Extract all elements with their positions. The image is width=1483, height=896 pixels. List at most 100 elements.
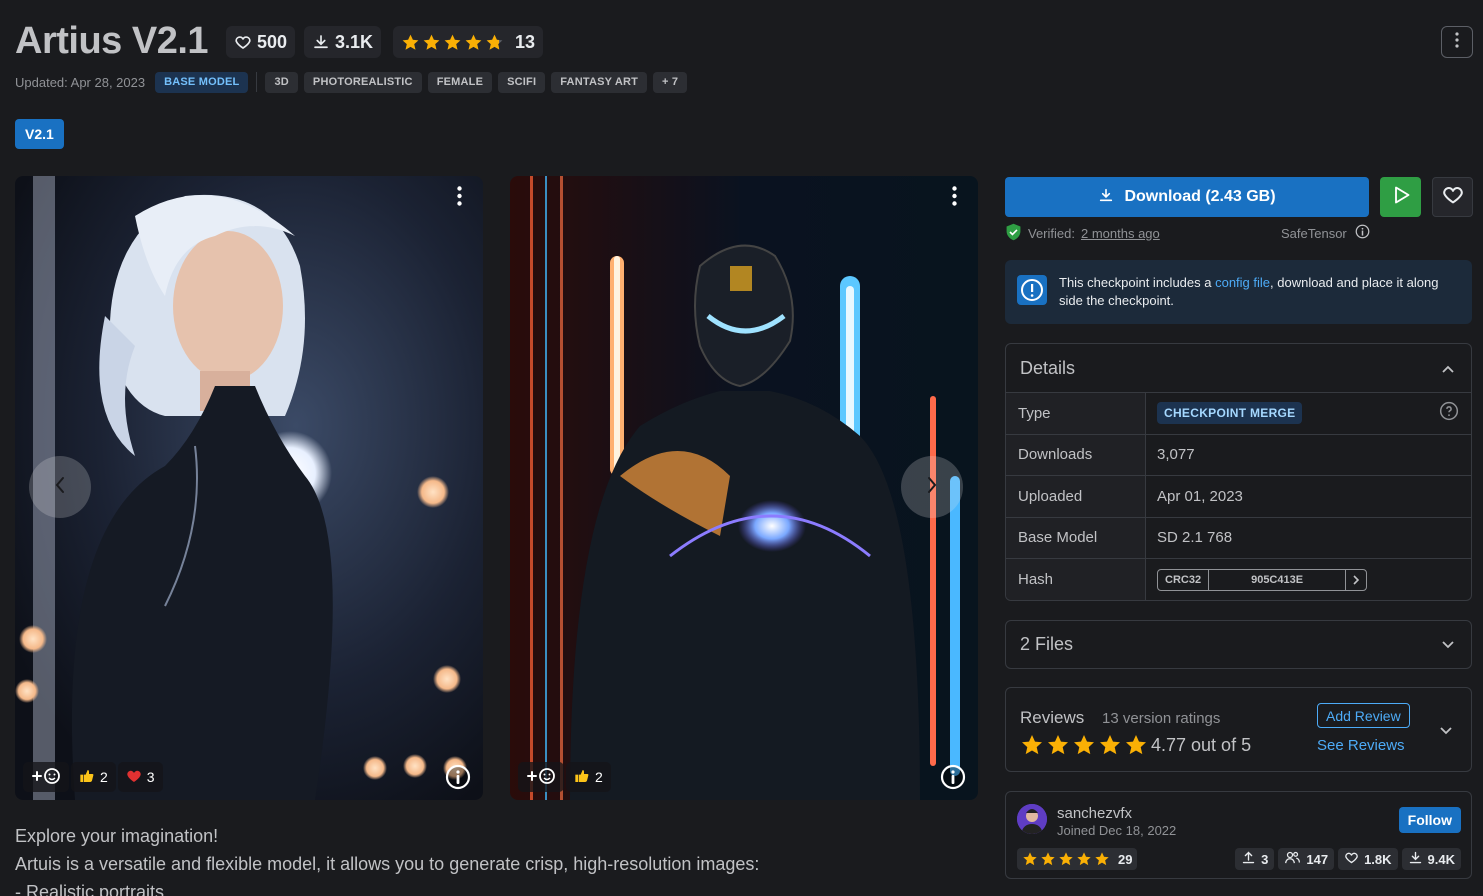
carousel-prev-button[interactable] <box>29 456 91 518</box>
rating-stars <box>401 33 504 52</box>
heart-outline-icon <box>1441 184 1465 211</box>
thumbs-up-reaction[interactable]: 2 <box>71 762 116 792</box>
image-menu-button[interactable] <box>447 185 471 211</box>
verified-time-link[interactable]: 2 months ago <box>1081 226 1160 241</box>
users-icon <box>1284 850 1301 868</box>
thumbs-up-reaction[interactable]: 2 <box>566 762 611 792</box>
avatar[interactable] <box>1017 804 1047 834</box>
chevron-down-icon <box>1441 634 1455 655</box>
chevron-left-icon <box>53 475 67 500</box>
tag-female[interactable]: FEMALE <box>427 71 493 93</box>
details-row-uploaded: Uploaded Apr 01, 2023 <box>1006 476 1471 518</box>
download-icon <box>312 33 330 51</box>
heart-icon <box>126 768 142 787</box>
description-line: - Realistic portraits <box>15 882 165 896</box>
reviews-score: 4.77 out of 5 <box>1151 735 1252 755</box>
reviews-count: 13 version ratings <box>1102 710 1221 727</box>
heart-outline-icon <box>1344 850 1359 868</box>
config-file-link[interactable]: config file <box>1215 275 1270 290</box>
help-icon[interactable] <box>1439 401 1459 425</box>
version-button[interactable]: V2.1 <box>15 119 64 149</box>
creator-stats: 3 147 1.8K 9.4K <box>1235 848 1461 870</box>
reviews-title: Reviews <box>1020 708 1085 727</box>
favorites-stat: 1.8K <box>1338 848 1398 870</box>
updated-date: Updated: Apr 28, 2023 <box>15 74 146 90</box>
info-icon <box>445 764 471 794</box>
info-icon <box>940 764 966 794</box>
type-badge: CHECKPOINT MERGE <box>1157 402 1303 425</box>
creator-joined: Joined Dec 18, 2022 <box>1057 823 1177 838</box>
upload-icon <box>1241 850 1256 868</box>
carousel-next-button[interactable] <box>901 456 963 518</box>
chevron-down-icon[interactable] <box>1439 723 1453 741</box>
see-reviews-link[interactable]: See Reviews <box>1317 737 1405 754</box>
vertical-dots-icon <box>951 185 957 211</box>
creator-name[interactable]: sanchezvfx <box>1057 805 1132 822</box>
description-line: Explore your imagination! <box>15 826 219 846</box>
heart-reaction[interactable]: 3 <box>117 762 163 792</box>
run-model-button[interactable] <box>1380 177 1421 217</box>
image-info-button[interactable] <box>445 764 471 790</box>
hash-type[interactable]: CRC32 <box>1158 569 1210 590</box>
thumbs-up-icon <box>79 768 95 787</box>
details-panel: Details Type CHECKPOINT MERGE Downloads … <box>1005 343 1472 601</box>
creator-rating: 29 <box>1017 848 1138 870</box>
reviews-panel: Reviews 13 version ratings 4.77 out of 5… <box>1005 687 1472 772</box>
download-button[interactable]: Download (2.43 GB) <box>1005 177 1369 217</box>
tag-base-model[interactable]: BASE MODEL <box>155 71 249 93</box>
tag-3d[interactable]: 3D <box>265 71 298 93</box>
alert-circle-icon <box>1017 274 1047 310</box>
reaction-bar: 2 3 <box>23 762 163 792</box>
creator-card: sanchezvfx Joined Dec 18, 2022 Follow 29… <box>1005 791 1472 879</box>
info-icon[interactable] <box>1355 224 1370 242</box>
files-accordion[interactable]: 2 Files <box>1005 620 1472 669</box>
tag-photorealistic[interactable]: PHOTOREALISTIC <box>303 71 422 93</box>
download-icon <box>1098 187 1114 208</box>
heart-outline-icon <box>234 33 252 51</box>
description-line: Artuis is a versatile and flexible model… <box>15 854 760 874</box>
downloads-count: 3.1K <box>304 26 382 58</box>
details-header[interactable]: Details <box>1006 344 1471 393</box>
chevron-up-icon <box>1441 358 1455 379</box>
vertical-dots-icon <box>456 185 462 211</box>
reaction-bar: 2 <box>518 762 611 792</box>
favorites-count[interactable]: 500 <box>226 26 296 58</box>
downloads-stat: 9.4K <box>1401 848 1461 870</box>
config-alert: This checkpoint includes a config file, … <box>1005 260 1472 324</box>
shield-check-icon <box>1005 223 1022 244</box>
add-reaction-button[interactable] <box>23 762 69 792</box>
details-row-downloads: Downloads 3,077 <box>1006 434 1471 476</box>
download-icon <box>1408 850 1423 868</box>
hash-value[interactable]: 905C413E <box>1209 569 1347 590</box>
details-row-hash: Hash CRC32 905C413E <box>1006 559 1471 600</box>
uploads-stat: 3 <box>1235 848 1275 870</box>
chevron-right-icon[interactable] <box>1346 570 1366 590</box>
page-title: Artius V2.1 <box>15 20 209 62</box>
add-reaction-button[interactable] <box>518 762 564 792</box>
details-row-type: Type CHECKPOINT MERGE <box>1006 393 1471 435</box>
more-options-button[interactable] <box>1441 26 1473 58</box>
image-info-button[interactable] <box>940 764 966 790</box>
vertical-dots-icon <box>1455 31 1459 53</box>
followers-stat: 147 <box>1278 848 1335 870</box>
hash-widget[interactable]: CRC32 905C413E <box>1157 568 1368 591</box>
add-reaction-icon <box>31 767 61 788</box>
thumbs-up-icon <box>574 768 590 787</box>
reviews-stars <box>1020 733 1148 757</box>
tag-more[interactable]: + 7 <box>653 71 688 93</box>
alert-text: This checkpoint includes a config file, … <box>1059 275 1439 308</box>
tag-scifi[interactable]: SCIFI <box>498 71 546 93</box>
favorite-button[interactable] <box>1432 177 1473 217</box>
image-menu-button[interactable] <box>942 185 966 211</box>
divider <box>256 72 258 92</box>
follow-button[interactable]: Follow <box>1398 807 1461 833</box>
file-format: SafeTensor <box>1281 223 1370 243</box>
add-reaction-icon <box>526 767 556 788</box>
play-icon <box>1391 185 1411 210</box>
tag-fantasy-art[interactable]: FANTASY ART <box>551 71 648 93</box>
meta-row: Updated: Apr 28, 2023 BASE MODEL 3D PHOT… <box>15 71 688 93</box>
details-row-base-model: Base Model SD 2.1 768 <box>1006 517 1471 559</box>
model-description: Explore your imagination! Artuis is a ve… <box>15 822 759 896</box>
add-review-button[interactable]: Add Review <box>1317 703 1410 728</box>
rating-summary[interactable]: 13 <box>393 26 544 58</box>
